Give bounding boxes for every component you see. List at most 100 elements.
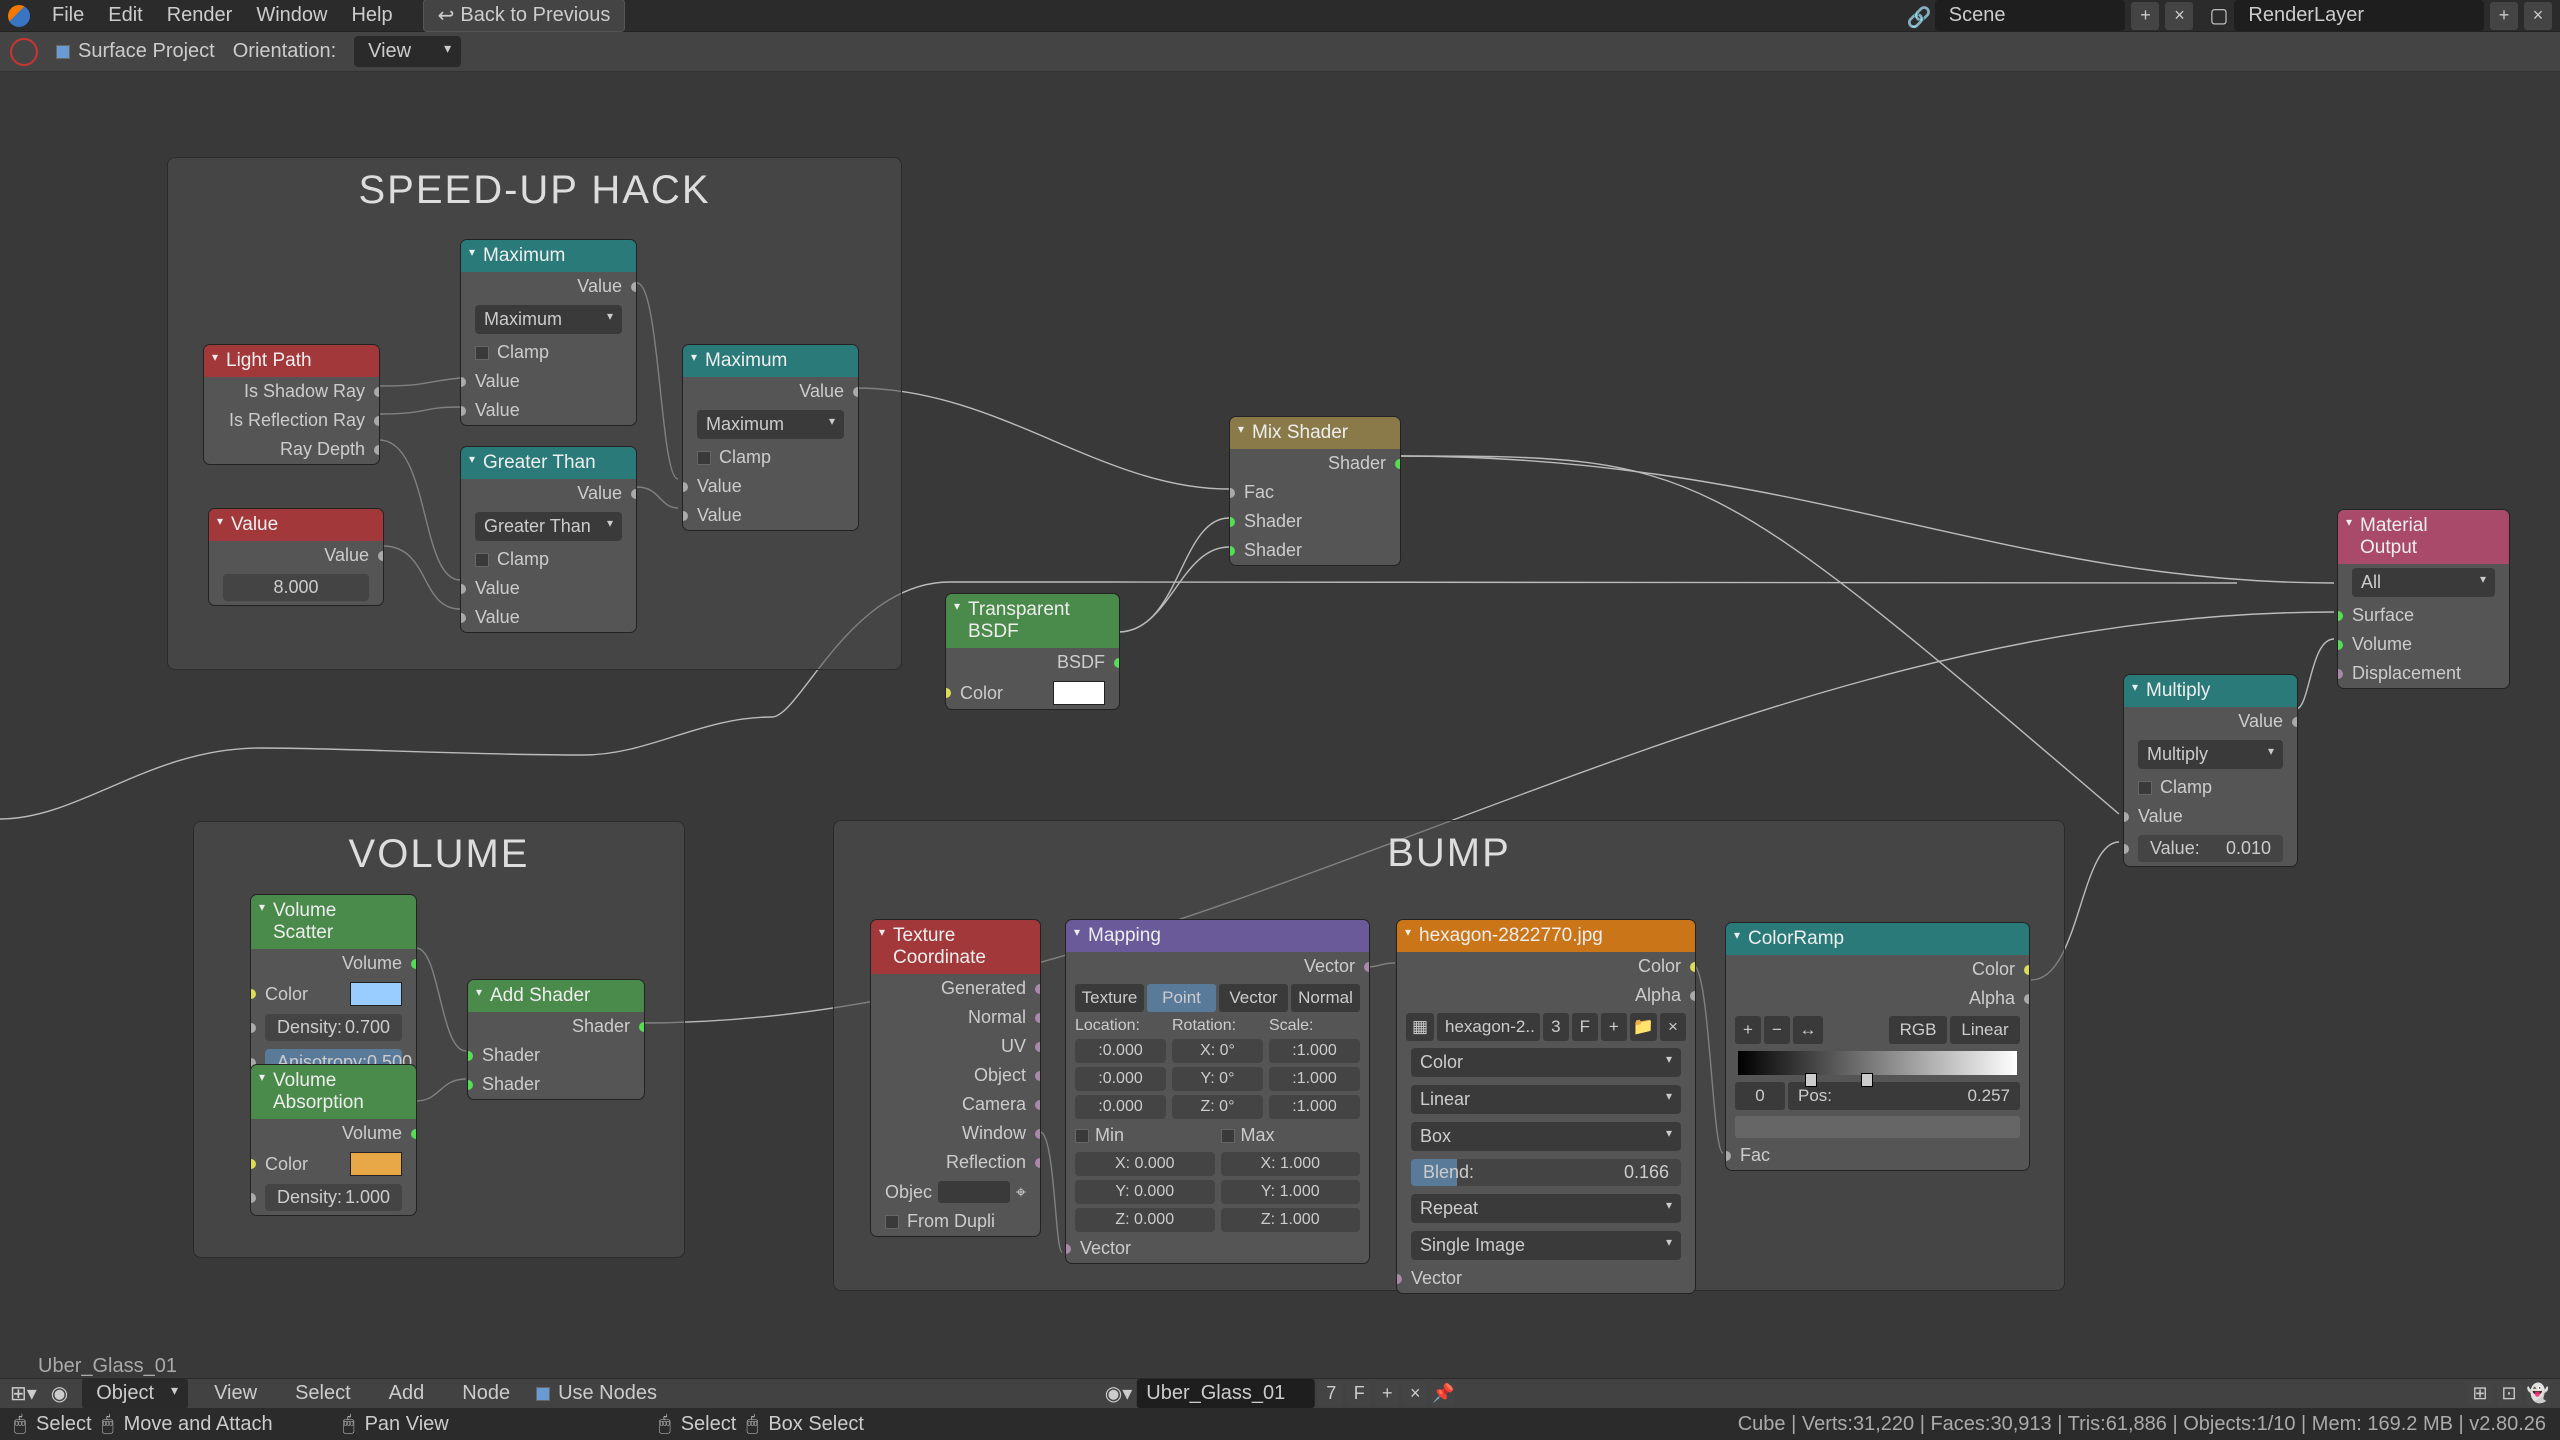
node-header[interactable]: Multiply bbox=[2124, 675, 2297, 707]
node-volume-absorption[interactable]: Volume Absorption Volume Color Density:1… bbox=[250, 1064, 417, 1216]
node-header[interactable]: Texture Coordinate bbox=[871, 920, 1040, 974]
scene-name-field[interactable]: Scene bbox=[1935, 0, 2126, 31]
max-y[interactable]: Y: 1.000 bbox=[1221, 1180, 1361, 1204]
node-header[interactable]: Greater Than bbox=[461, 447, 636, 479]
max-checkbox[interactable] bbox=[1221, 1129, 1235, 1143]
node-header[interactable]: Light Path bbox=[204, 345, 379, 377]
scl-y[interactable]: :1.000 bbox=[1269, 1067, 1360, 1091]
stop-index[interactable]: 0 bbox=[1735, 1082, 1785, 1110]
rot-z[interactable]: Z: 0° bbox=[1172, 1095, 1263, 1119]
node-transparent-bsdf[interactable]: Transparent BSDF BSDF Color bbox=[945, 593, 1120, 710]
fake-user-button[interactable]: F bbox=[1572, 1013, 1598, 1041]
surface-project-toggle[interactable]: Surface Project bbox=[56, 40, 215, 63]
editor-type-icon[interactable]: ⊞▾ bbox=[10, 1381, 37, 1406]
menu-view[interactable]: View bbox=[202, 1382, 269, 1405]
object-field[interactable] bbox=[938, 1181, 1010, 1203]
material-unlink-button[interactable]: × bbox=[1403, 1382, 1427, 1406]
scl-x[interactable]: :1.000 bbox=[1269, 1039, 1360, 1063]
loc-y[interactable]: :0.000 bbox=[1075, 1067, 1166, 1091]
tab-vector[interactable]: Vector bbox=[1219, 984, 1288, 1012]
projection-select[interactable]: Box bbox=[1411, 1122, 1681, 1151]
interaction-mode-select[interactable]: Object bbox=[82, 1378, 188, 1409]
math-mode-select[interactable]: Maximum bbox=[697, 410, 844, 439]
menu-help[interactable]: Help bbox=[339, 4, 404, 27]
ramp-remove-button[interactable]: − bbox=[1764, 1016, 1790, 1044]
renderlayer-name-field[interactable]: RenderLayer bbox=[2234, 0, 2484, 31]
value-field[interactable]: 8.000 bbox=[223, 574, 369, 601]
renderlayer-add-button[interactable]: + bbox=[2490, 2, 2518, 30]
material-slot-icon[interactable]: ◉▾ bbox=[1105, 1381, 1133, 1406]
menu-render[interactable]: Render bbox=[155, 4, 245, 27]
node-value[interactable]: Value Value 8.000 bbox=[208, 508, 384, 606]
min-z[interactable]: Z: 0.000 bbox=[1075, 1208, 1215, 1232]
node-header[interactable]: Value bbox=[209, 509, 383, 541]
snap-icon[interactable]: ⊞ bbox=[2468, 1382, 2492, 1406]
node-image-texture[interactable]: hexagon-2822770.jpg Color Alpha ▦ hexago… bbox=[1396, 919, 1696, 1294]
overlay-icon[interactable]: ⊡ bbox=[2497, 1382, 2521, 1406]
interpolation-select[interactable]: Linear bbox=[1411, 1085, 1681, 1114]
node-editor-canvas[interactable]: SPEED-UP HACK Light Path Is Shadow Ray I… bbox=[0, 72, 2560, 1378]
colorspace-select[interactable]: Color bbox=[1411, 1048, 1681, 1077]
color-mode-select[interactable]: RGB bbox=[1889, 1016, 1947, 1044]
material-fake-user[interactable]: F bbox=[1347, 1382, 1371, 1406]
scene-delete-button[interactable]: × bbox=[2165, 2, 2193, 30]
node-header[interactable]: Volume Absorption bbox=[251, 1065, 416, 1119]
ramp-add-button[interactable]: + bbox=[1735, 1016, 1761, 1044]
loc-x[interactable]: :0.000 bbox=[1075, 1039, 1166, 1063]
new-image-button[interactable]: + bbox=[1601, 1013, 1627, 1041]
node-header[interactable]: Add Shader bbox=[468, 980, 644, 1012]
node-math-multiply[interactable]: Multiply Value Multiply Clamp Value Valu… bbox=[2123, 674, 2298, 867]
clamp-checkbox[interactable] bbox=[475, 346, 489, 360]
menu-file[interactable]: File bbox=[40, 4, 96, 27]
min-x[interactable]: X: 0.000 bbox=[1075, 1152, 1215, 1176]
math-mode-select[interactable]: Maximum bbox=[475, 305, 622, 334]
material-users[interactable]: 7 bbox=[1319, 1382, 1343, 1406]
rot-x[interactable]: X: 0° bbox=[1172, 1039, 1263, 1063]
min-checkbox[interactable] bbox=[1075, 1129, 1089, 1143]
color-swatch[interactable] bbox=[1053, 681, 1105, 705]
max-z[interactable]: Z: 1.000 bbox=[1221, 1208, 1361, 1232]
color-swatch[interactable] bbox=[350, 982, 402, 1006]
ghost-icon[interactable]: 👻 bbox=[2526, 1382, 2550, 1406]
tab-texture[interactable]: Texture bbox=[1075, 984, 1144, 1012]
node-volume-scatter[interactable]: Volume Scatter Volume Color Density:0.70… bbox=[250, 894, 417, 1081]
loc-z[interactable]: :0.000 bbox=[1075, 1095, 1166, 1119]
users-count[interactable]: 3 bbox=[1543, 1013, 1569, 1041]
menu-add[interactable]: Add bbox=[377, 1382, 437, 1405]
rot-y[interactable]: Y: 0° bbox=[1172, 1067, 1263, 1091]
source-select[interactable]: Single Image bbox=[1411, 1231, 1681, 1260]
node-material-output[interactable]: Material Output All Surface Volume Displ… bbox=[2337, 509, 2510, 689]
node-header[interactable]: Transparent BSDF bbox=[946, 594, 1119, 648]
material-name-field[interactable]: Uber_Glass_01 bbox=[1136, 1379, 1315, 1408]
image-browse-icon[interactable]: ▦ bbox=[1406, 1013, 1434, 1041]
color-swatch[interactable] bbox=[350, 1152, 402, 1176]
node-header[interactable]: Mix Shader bbox=[1230, 417, 1400, 449]
node-header[interactable]: Maximum bbox=[683, 345, 858, 377]
stop-position[interactable]: Pos:0.257 bbox=[1788, 1082, 2020, 1110]
node-colorramp[interactable]: ColorRamp Color Alpha + − ↔ RGB Linear 0… bbox=[1725, 922, 2030, 1171]
density-field[interactable]: Density:1.000 bbox=[265, 1184, 402, 1211]
clamp-checkbox[interactable] bbox=[475, 553, 489, 567]
ramp-stop-0[interactable] bbox=[1805, 1073, 1817, 1087]
use-nodes-toggle[interactable]: Use Nodes bbox=[536, 1382, 657, 1405]
node-header[interactable]: Maximum bbox=[461, 240, 636, 272]
node-math-maximum-2[interactable]: Maximum Value Maximum Clamp Value Value bbox=[682, 344, 859, 531]
cursor-tool-icon[interactable] bbox=[10, 38, 38, 66]
renderlayer-delete-button[interactable]: × bbox=[2524, 2, 2552, 30]
node-texture-coordinate[interactable]: Texture Coordinate Generated Normal UV O… bbox=[870, 919, 1041, 1237]
node-math-maximum-1[interactable]: Maximum Value Maximum Clamp Value Value bbox=[460, 239, 637, 426]
clamp-checkbox[interactable] bbox=[697, 451, 711, 465]
unlink-button[interactable]: × bbox=[1660, 1013, 1686, 1041]
node-header[interactable]: Mapping bbox=[1066, 920, 1369, 952]
interpolation-select[interactable]: Linear bbox=[1950, 1016, 2020, 1044]
node-light-path[interactable]: Light Path Is Shadow Ray Is Reflection R… bbox=[203, 344, 380, 465]
colorramp-gradient[interactable] bbox=[1738, 1051, 2017, 1075]
math-mode-select[interactable]: Greater Than bbox=[475, 512, 622, 541]
max-x[interactable]: X: 1.000 bbox=[1221, 1152, 1361, 1176]
min-y[interactable]: Y: 0.000 bbox=[1075, 1180, 1215, 1204]
image-name-field[interactable]: hexagon-2.. bbox=[1437, 1013, 1540, 1041]
node-math-greater-than[interactable]: Greater Than Value Greater Than Clamp Va… bbox=[460, 446, 637, 633]
blend-field[interactable]: Blend:0.166 bbox=[1411, 1159, 1681, 1186]
menu-window[interactable]: Window bbox=[244, 4, 339, 27]
clamp-checkbox[interactable] bbox=[2138, 781, 2152, 795]
